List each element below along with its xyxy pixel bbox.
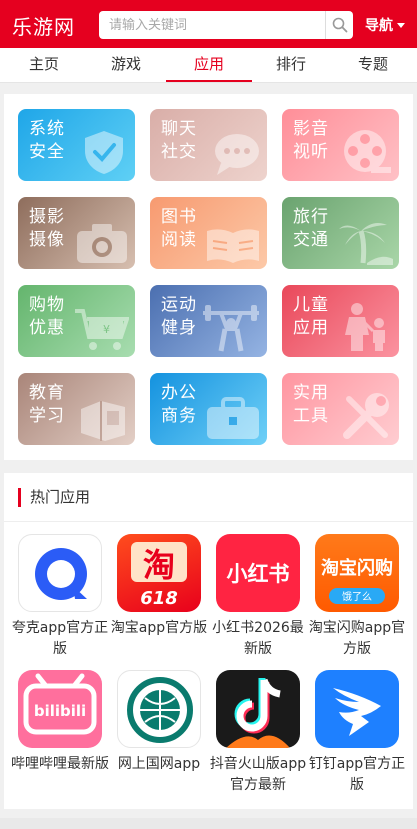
tab-games[interactable]: 游戏 — [91, 48, 161, 83]
category-label: 摄影摄像 — [29, 207, 65, 250]
shopping-cart-icon: ¥ — [75, 309, 129, 350]
svg-text:小红书: 小红书 — [227, 562, 290, 586]
state-grid-app-icon — [117, 670, 201, 748]
svg-text:淘: 淘 — [143, 546, 175, 584]
briefcase-icon — [207, 397, 259, 439]
tab-ranking[interactable]: 排行 — [256, 48, 326, 83]
chevron-down-icon — [397, 23, 405, 28]
tab-apps[interactable]: 应用 — [166, 48, 252, 83]
nav-menu-button[interactable]: 导航 — [365, 15, 405, 35]
taobao-shangou-app-icon: 淘宝闪购 饿了么 — [315, 534, 399, 612]
open-book-icon — [207, 229, 259, 263]
category-label: 教育学习 — [29, 383, 65, 426]
xiaohongshu-app-icon: 小红书 — [216, 534, 300, 612]
search-box — [99, 11, 353, 39]
category-label: 儿童应用 — [293, 295, 329, 338]
category-label: 系统安全 — [29, 119, 65, 162]
category-books-reading[interactable]: 图书阅读 — [150, 197, 267, 269]
quark-app-icon — [18, 534, 102, 612]
palm-tree-icon — [339, 223, 393, 265]
category-grid: 系统安全 聊天社交 影音视听 摄影摄像 图书阅读 旅行交通 购物优惠 ¥ 运动健… — [4, 94, 413, 460]
top-header: 乐游网 导航 — [0, 0, 417, 48]
main-tabs: 主页 游戏 应用 排行 专题 — [0, 48, 417, 83]
hot-apps-section: 热门应用 夸克app官方正版 淘 618 淘宝app官方版 小红书 小红书2026… — [4, 473, 413, 809]
app-name: 淘宝闪购app官方版 — [308, 620, 406, 657]
search-button[interactable] — [325, 11, 353, 39]
section-title: 热门应用 — [18, 487, 90, 508]
tab-topics[interactable]: 专题 — [338, 48, 408, 83]
books-icon — [81, 401, 125, 441]
category-kids[interactable]: 儿童应用 — [282, 285, 399, 357]
app-name: 小红书2026最新版 — [212, 620, 304, 657]
svg-text:bilibili: bilibili — [34, 702, 86, 720]
shield-check-icon — [85, 131, 123, 174]
parent-child-icon — [345, 303, 385, 351]
bilibili-app-icon: bilibili — [18, 670, 102, 748]
search-input[interactable] — [109, 11, 319, 39]
bottom-strip — [0, 818, 417, 829]
category-chat-social[interactable]: 聊天社交 — [150, 109, 267, 181]
category-label: 图书阅读 — [161, 207, 197, 250]
category-utility-tools[interactable]: 实用工具 — [282, 373, 399, 445]
category-label: 聊天社交 — [161, 119, 197, 162]
category-label: 购物优惠 — [29, 295, 65, 338]
category-label: 旅行交通 — [293, 207, 329, 250]
film-reel-icon — [344, 130, 391, 173]
category-sports-fitness[interactable]: 运动健身 — [150, 285, 267, 357]
category-travel-transport[interactable]: 旅行交通 — [282, 197, 399, 269]
douyin-huoshan-app-icon — [216, 670, 300, 748]
app-name: 哔哩哔哩最新版 — [11, 756, 109, 772]
app-name: 淘宝app官方版 — [110, 620, 208, 636]
app-name: 夸克app官方正版 — [11, 620, 109, 657]
nav-label: 导航 — [365, 18, 393, 34]
category-label: 实用工具 — [293, 383, 329, 426]
svg-text:淘宝闪购: 淘宝闪购 — [321, 557, 393, 579]
category-label: 影音视听 — [293, 119, 329, 162]
category-photography[interactable]: 摄影摄像 — [18, 197, 135, 269]
barbell-icon — [203, 305, 259, 352]
category-label: 运动健身 — [161, 295, 197, 338]
camera-icon — [77, 224, 127, 263]
app-name: 抖音火山版app官方最新 — [209, 756, 307, 793]
app-name: 网上国网app — [117, 756, 201, 772]
wrench-screwdriver-icon — [343, 393, 389, 439]
svg-text:618: 618 — [140, 588, 178, 609]
site-logo[interactable]: 乐游网 — [12, 11, 75, 40]
category-education[interactable]: 教育学习 — [18, 373, 135, 445]
app-name: 钉钉app官方正版 — [308, 756, 406, 793]
svg-text:¥: ¥ — [103, 323, 110, 336]
category-office-business[interactable]: 办公商务 — [150, 373, 267, 445]
category-audio-video[interactable]: 影音视听 — [282, 109, 399, 181]
taobao-app-icon: 淘 618 — [117, 534, 201, 612]
divider — [4, 521, 413, 522]
svg-text:饿了么: 饿了么 — [342, 591, 372, 603]
dingtalk-app-icon — [315, 670, 399, 748]
chat-bubble-icon — [215, 134, 259, 175]
category-label: 办公商务 — [161, 383, 197, 426]
category-system-security[interactable]: 系统安全 — [18, 109, 135, 181]
category-shopping-deals[interactable]: 购物优惠 ¥ — [18, 285, 135, 357]
tab-home[interactable]: 主页 — [9, 48, 79, 83]
